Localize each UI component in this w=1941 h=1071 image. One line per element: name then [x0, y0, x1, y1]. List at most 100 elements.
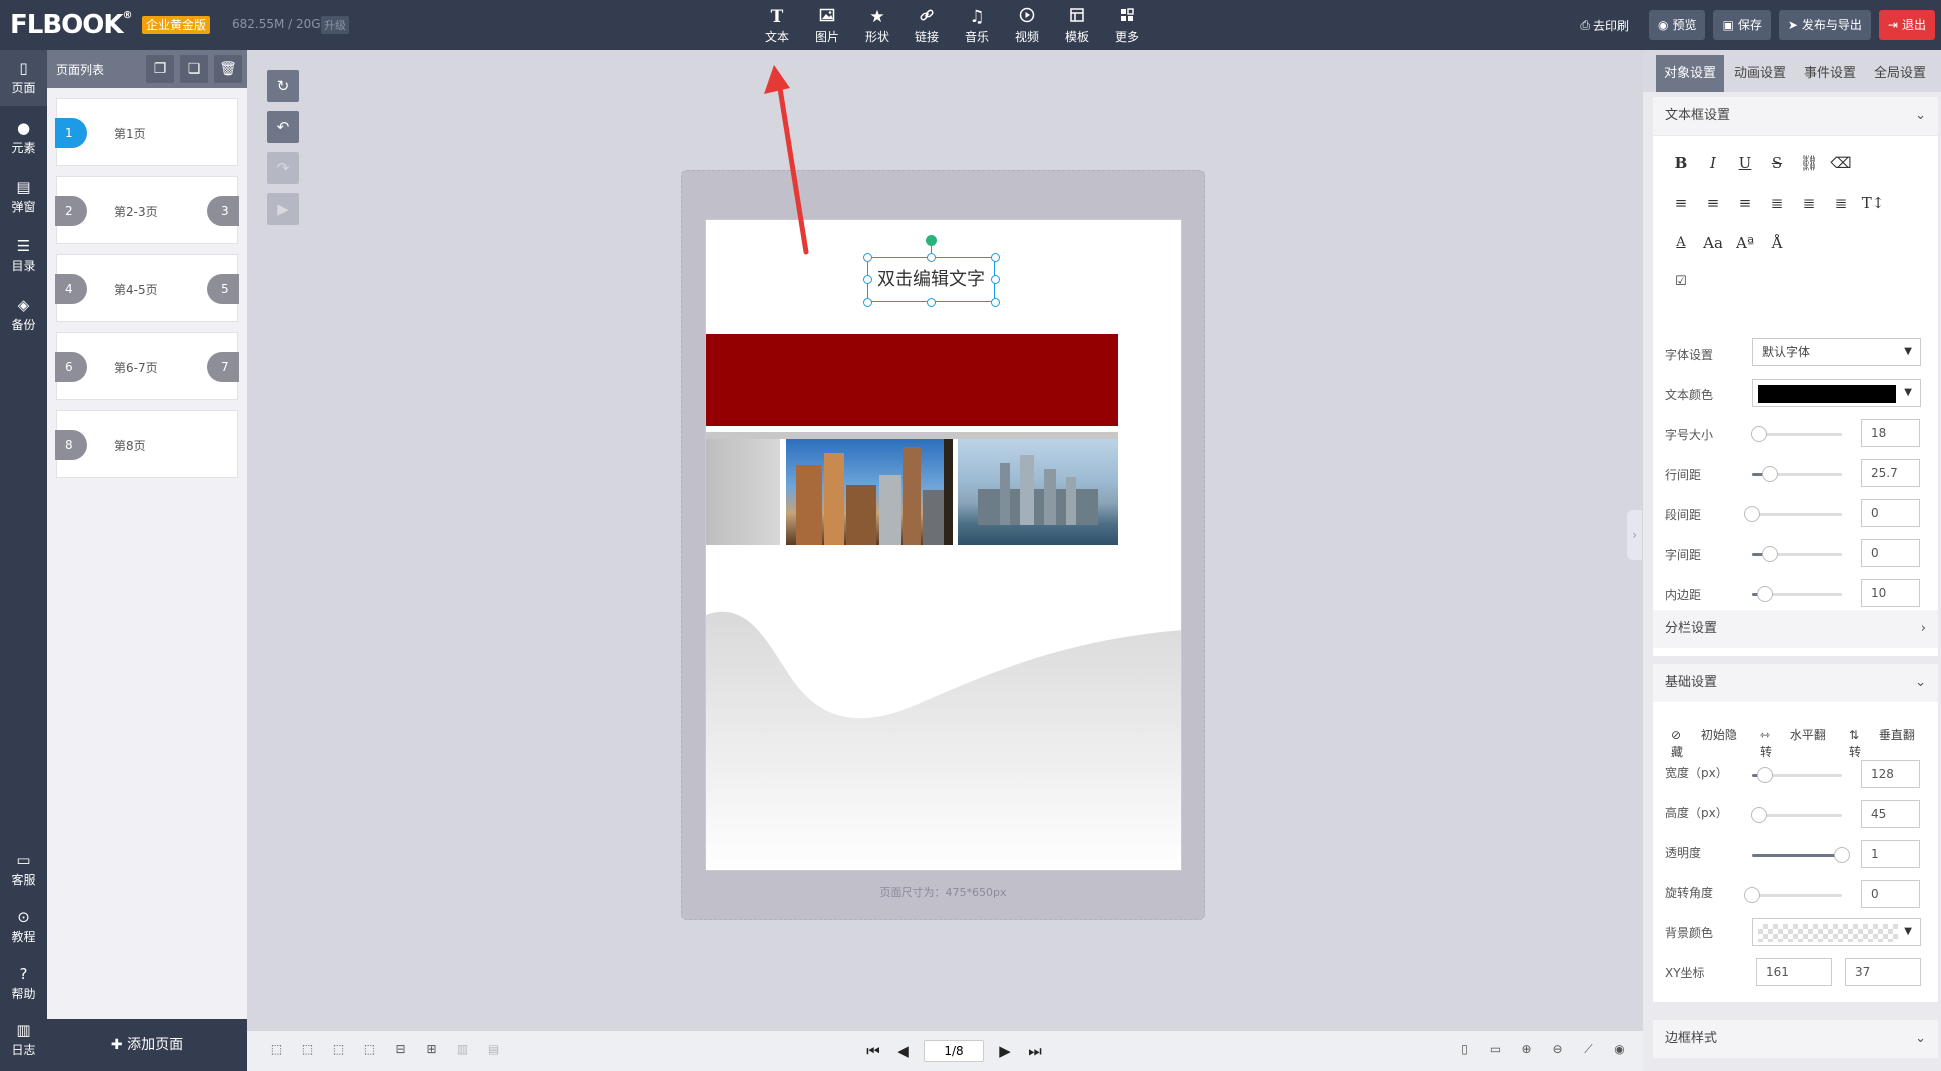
zoom-in-icon[interactable]: ⊕ — [1511, 1042, 1542, 1062]
rotation-input[interactable]: 0 — [1861, 880, 1920, 908]
tool-more[interactable]: 更多 — [1102, 4, 1152, 48]
flip-vertical-toggle[interactable]: ⇅ 垂直翻转 — [1849, 726, 1922, 760]
flip-horizontal-toggle[interactable]: ⇿ 水平翻转 — [1760, 726, 1833, 760]
tool-text[interactable]: T 文本 — [752, 4, 802, 48]
city-buildings-image[interactable] — [786, 439, 953, 545]
play-animation-button[interactable]: ▶ — [267, 193, 299, 225]
opacity-input[interactable]: 1 — [1861, 840, 1920, 868]
align-top-icon[interactable]: ⬚ — [323, 1042, 354, 1062]
font-size-input[interactable]: 18 — [1861, 419, 1920, 447]
padding-input[interactable]: 10 — [1861, 579, 1920, 607]
align-center-icon[interactable]: ≡ — [1697, 191, 1729, 215]
initial-hide-toggle[interactable]: ⊘ 初始隐藏 — [1671, 726, 1744, 760]
resize-handle-n[interactable] — [927, 253, 936, 262]
x-input[interactable]: 161 — [1756, 958, 1832, 986]
border-style-header[interactable]: 边框样式 ⌄ — [1653, 1020, 1938, 1058]
page-item-1[interactable]: 1 第1页 — [55, 98, 238, 166]
tool-music[interactable]: ♫ 音乐 — [952, 4, 1002, 48]
align-left-icon[interactable]: ⬚ — [354, 1042, 385, 1062]
line-height-input[interactable]: 25.7 — [1861, 459, 1920, 487]
zoom-out-icon[interactable]: ⊖ — [1542, 1042, 1573, 1062]
duplicate-page-button[interactable]: ❐ — [146, 55, 174, 83]
rail-item-element[interactable]: ● 元素 — [0, 110, 47, 166]
text-color-picker[interactable]: ▼ — [1752, 379, 1921, 407]
tab-animation-settings[interactable]: 动画设置 — [1726, 55, 1794, 92]
underline-icon[interactable]: U — [1729, 151, 1761, 175]
text-shadow-icon[interactable]: Å — [1761, 231, 1793, 255]
preview-button[interactable]: ◉ 预览 — [1648, 10, 1706, 40]
collapse-right-panel[interactable]: › — [1627, 510, 1642, 560]
font-select[interactable]: 默认字体 ▼ — [1752, 338, 1921, 366]
edit-page[interactable]: 双击编辑文字 — [705, 219, 1182, 871]
padding-slider[interactable] — [1752, 586, 1842, 602]
distribute-horizontal-icon[interactable]: ▥ — [447, 1042, 478, 1062]
slider-knob[interactable] — [1762, 546, 1778, 562]
align-left-icon[interactable]: ≡ — [1665, 191, 1697, 215]
tab-global-settings[interactable]: 全局设置 — [1866, 55, 1934, 92]
justify-all-icon[interactable]: ≣ — [1793, 191, 1825, 215]
resize-handle-s[interactable] — [927, 298, 936, 307]
prev-page-icon[interactable]: ◀ — [888, 1042, 918, 1060]
history-button[interactable]: ↻ — [267, 70, 299, 102]
publish-button[interactable]: ➤ 发布与导出 — [1778, 10, 1871, 40]
page-item-2-3[interactable]: 2 第2-3页 3 — [55, 176, 239, 244]
page-item-8[interactable]: 8 第8页 — [55, 410, 238, 478]
paragraph-spacing-slider[interactable] — [1744, 506, 1842, 522]
unlink-icon[interactable]: ⛓ — [1793, 151, 1825, 175]
fit-screen-icon[interactable]: ▭ — [1480, 1042, 1511, 1062]
justify-icon[interactable]: ≣ — [1761, 191, 1793, 215]
settings-icon[interactable]: ◉ — [1604, 1042, 1635, 1062]
selected-text-box[interactable]: 双击编辑文字 — [867, 257, 995, 302]
height-input[interactable]: 45 — [1861, 800, 1920, 828]
align-center-vertical-icon[interactable]: ⊞ — [416, 1042, 447, 1062]
resize-handle-sw[interactable] — [863, 298, 872, 307]
add-page-button[interactable]: ✚ 添加页面 — [47, 1019, 247, 1071]
italic-icon[interactable]: I — [1697, 151, 1729, 175]
red-banner[interactable] — [706, 334, 1118, 426]
slider-knob[interactable] — [1756, 586, 1773, 602]
line-height-slider[interactable] — [1752, 466, 1842, 482]
rail-item-page[interactable]: ▯ 页面 — [0, 50, 47, 106]
ruler-icon[interactable]: ⟋ — [1573, 1042, 1604, 1062]
copy-page-button[interactable]: ❏ — [180, 55, 208, 83]
gray-image-block[interactable] — [706, 439, 780, 545]
align-bottom-left-icon[interactable]: ⬚ — [261, 1042, 292, 1062]
slider-knob[interactable] — [1751, 807, 1768, 823]
tool-template[interactable]: 模板 — [1052, 4, 1102, 48]
skyline-aerial-image[interactable] — [958, 439, 1118, 545]
slider-knob[interactable] — [1744, 506, 1760, 522]
resize-handle-nw[interactable] — [863, 253, 872, 262]
upgrade-link[interactable]: 升级 — [321, 16, 349, 34]
text-direction-icon[interactable]: T↕ — [1857, 191, 1889, 215]
tool-image[interactable]: 图片 — [802, 4, 852, 48]
page-number-input[interactable] — [924, 1040, 984, 1062]
slider-knob[interactable] — [1756, 767, 1773, 783]
width-input[interactable]: 128 — [1861, 760, 1920, 788]
resize-handle-e[interactable] — [991, 275, 1000, 284]
y-input[interactable]: 37 — [1845, 958, 1921, 986]
rail-item-support[interactable]: ▭ 客服 — [0, 842, 47, 898]
tool-video[interactable]: 视频 — [1002, 4, 1052, 48]
font-size-slider[interactable] — [1751, 426, 1842, 442]
font-color-icon[interactable]: A — [1665, 231, 1697, 255]
rail-item-log[interactable]: ▥ 日志 — [0, 1012, 47, 1068]
first-page-icon[interactable]: ⏮ — [858, 1042, 888, 1060]
rotate-handle[interactable] — [926, 235, 937, 246]
check-box-icon[interactable]: ☑ — [1665, 270, 1697, 294]
font-case-icon[interactable]: Aa — [1697, 231, 1729, 255]
eraser-icon[interactable]: ⌫ — [1825, 151, 1857, 175]
tool-link[interactable]: 链接 — [902, 4, 952, 48]
single-page-icon[interactable]: ▯ — [1449, 1042, 1480, 1062]
slider-knob[interactable] — [1751, 426, 1768, 442]
letter-spacing-slider[interactable] — [1752, 546, 1842, 562]
next-page-icon[interactable]: ▶ — [990, 1042, 1020, 1060]
background-color-picker[interactable]: ▼ — [1752, 918, 1921, 946]
slider-knob[interactable] — [1834, 847, 1850, 863]
align-center-horizontal-icon[interactable]: ⊟ — [385, 1042, 416, 1062]
tool-shape[interactable]: ★ 形状 — [852, 4, 902, 48]
strikethrough-icon[interactable]: S — [1761, 151, 1793, 175]
tab-object-settings[interactable]: 对象设置 — [1656, 55, 1725, 92]
slider-knob[interactable] — [1762, 466, 1778, 482]
exit-button[interactable]: ⇥ 退出 — [1878, 10, 1935, 40]
resize-handle-se[interactable] — [991, 298, 1000, 307]
